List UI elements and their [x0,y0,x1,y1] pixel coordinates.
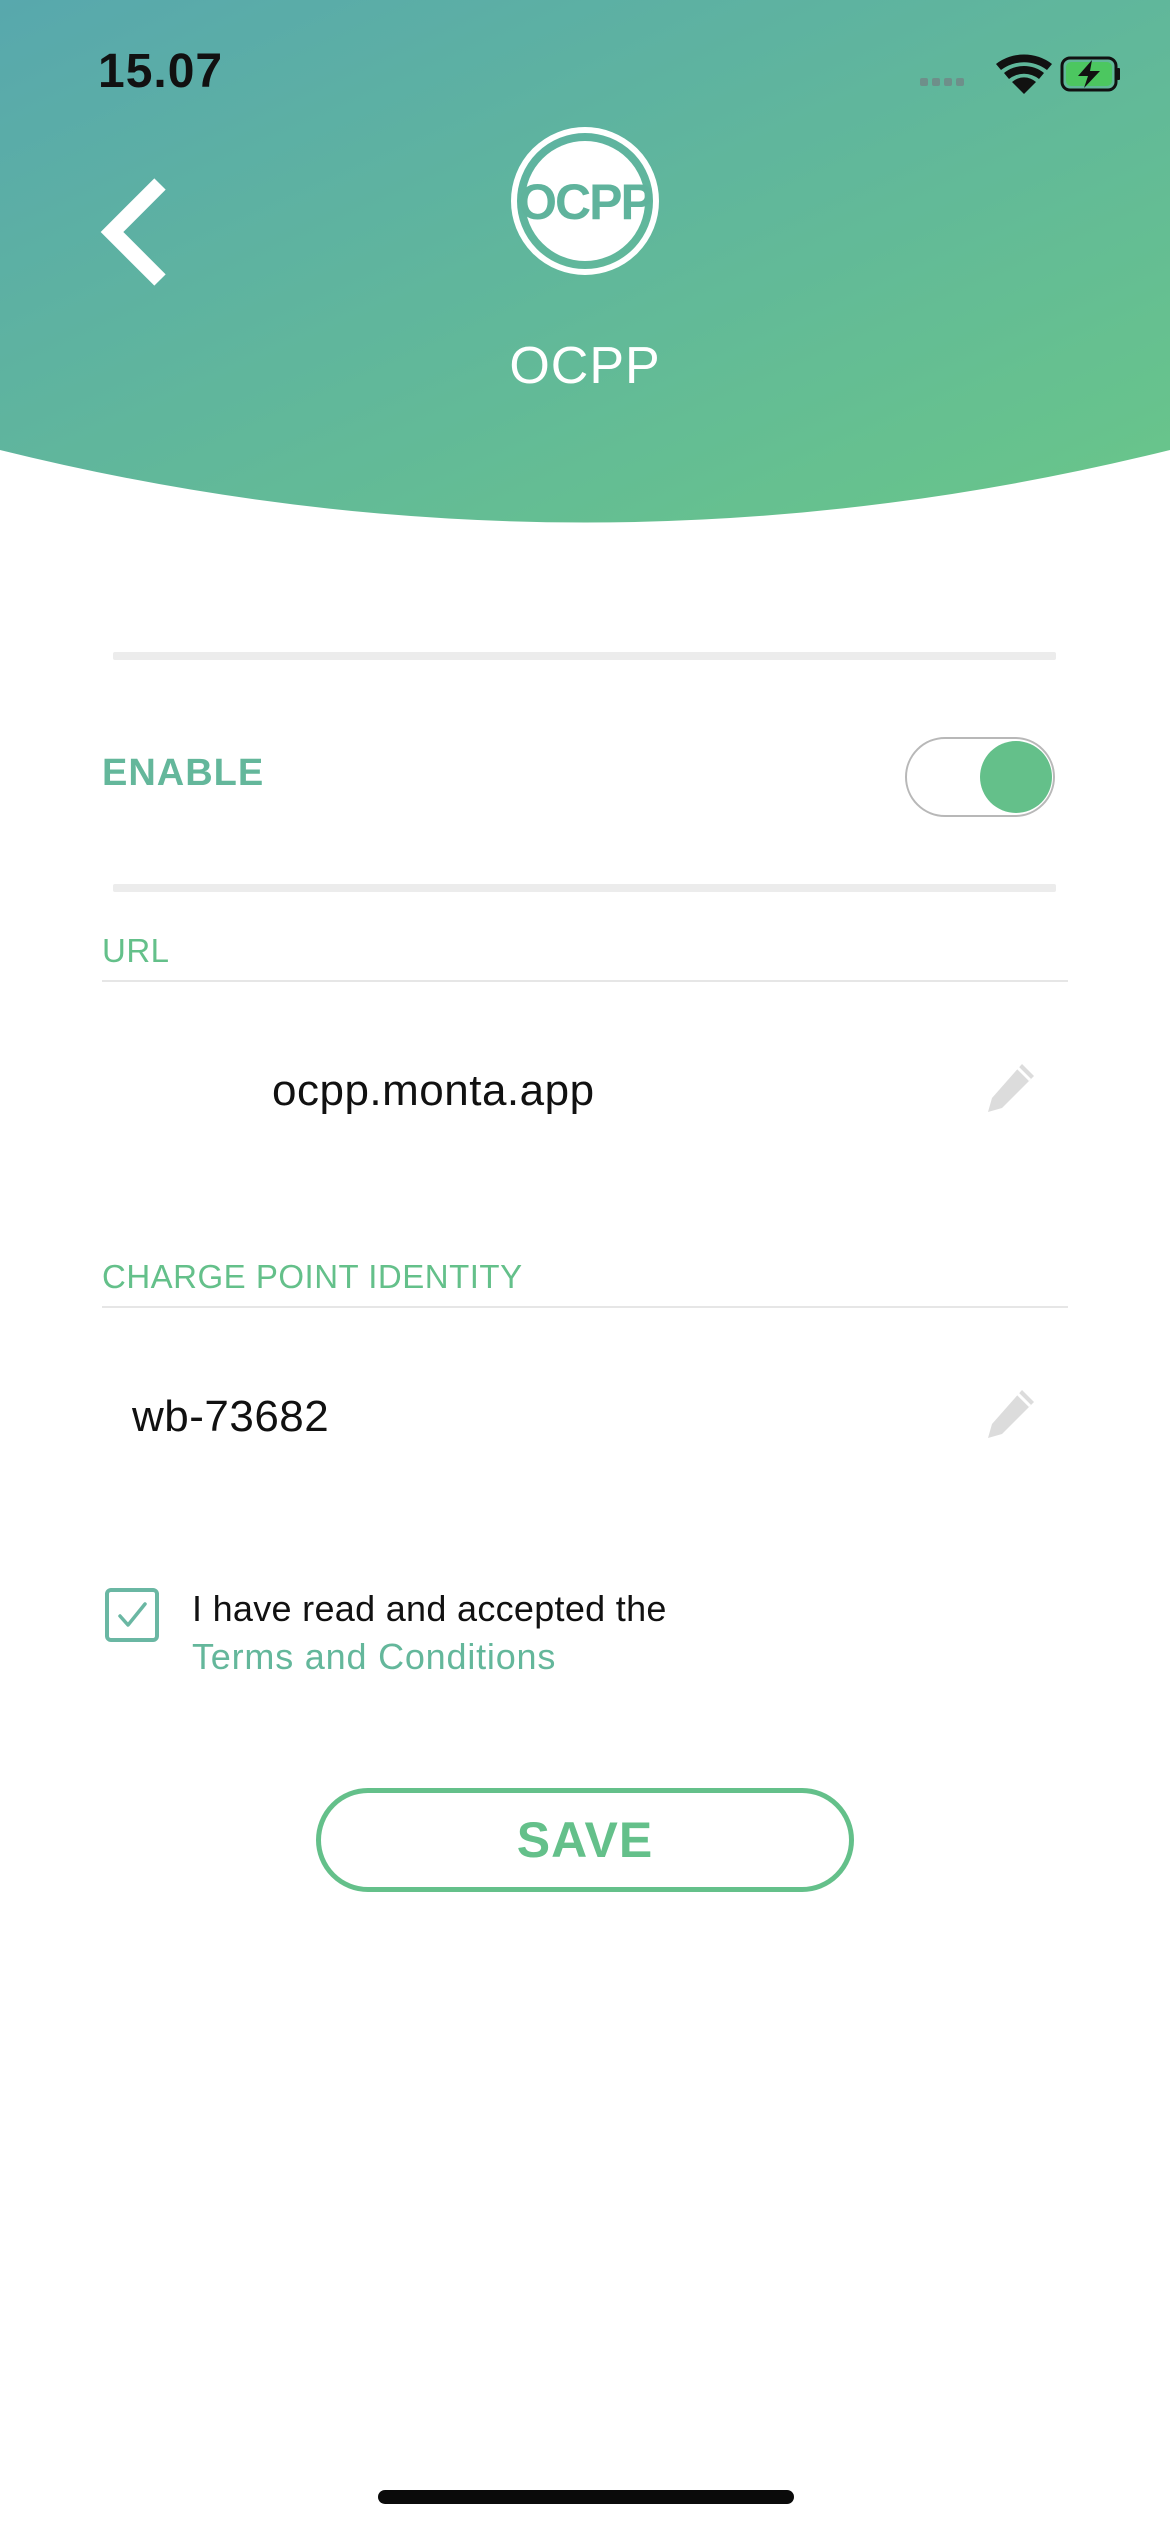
chevron-left-icon [100,178,166,286]
enable-label: ENABLE [102,752,265,794]
identity-value[interactable]: wb-73682 [132,1392,329,1442]
url-edit-button[interactable] [982,1058,1042,1118]
identity-underline [102,1306,1068,1308]
identity-edit-button[interactable] [982,1384,1042,1444]
url-underline [102,980,1068,982]
enable-toggle[interactable] [905,737,1055,817]
battery-charging-icon [1060,56,1120,92]
header: 15.07 OCPP OCPP [0,0,1170,530]
cellular-signal-icon [920,78,964,86]
home-indicator[interactable] [378,2490,794,2504]
svg-text:OCPP: OCPP [518,174,652,230]
url-label: URL [102,932,170,969]
status-icons [920,54,1120,94]
page-title: OCPP [509,337,661,395]
divider [113,884,1056,892]
identity-label: CHARGE POINT IDENTITY [102,1258,523,1295]
pencil-icon [988,1064,1034,1112]
status-time: 15.07 [98,45,224,98]
ocpp-logo: OCPP [510,126,660,276]
toggle-knob [980,741,1052,813]
wifi-icon [996,54,1052,94]
back-button[interactable] [90,170,200,300]
terms-checkbox[interactable] [105,1588,159,1642]
divider [113,652,1056,660]
url-value[interactable]: ocpp.monta.app [272,1066,595,1116]
pencil-icon [988,1390,1034,1438]
terms-link[interactable]: Terms and Conditions [192,1636,556,1678]
terms-text: I have read and accepted the [192,1588,667,1629]
save-button[interactable]: SAVE [316,1788,854,1892]
checkmark-icon [118,1602,147,1627]
